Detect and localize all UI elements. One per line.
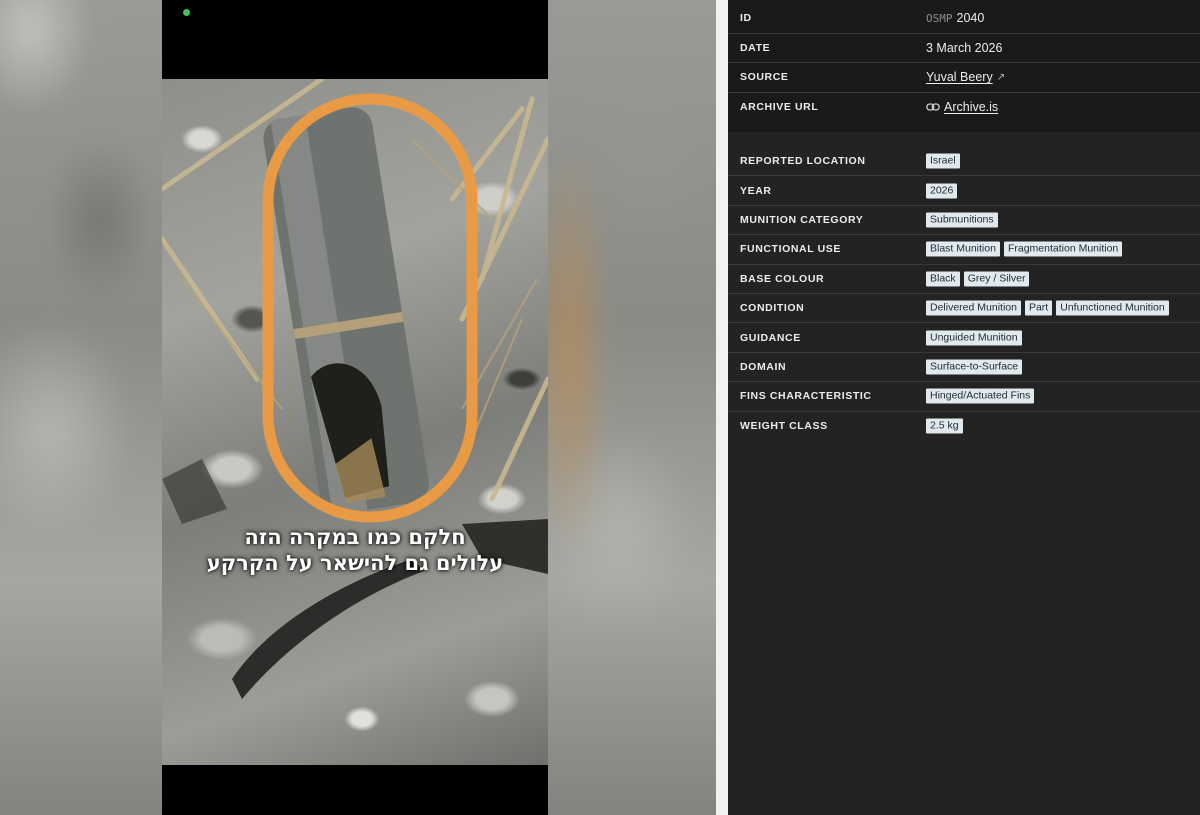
tag[interactable]: Delivered Munition <box>926 300 1021 316</box>
detail-row-domain: DOMAIN Surface-to-Surface <box>728 353 1200 383</box>
detail-label: DOMAIN <box>740 360 787 373</box>
detail-row-base-colour: BASE COLOUR Black Grey / Silver <box>728 265 1200 294</box>
date-label: DATE <box>740 41 771 54</box>
tag[interactable]: Black <box>926 271 960 287</box>
tag[interactable]: Unguided Munition <box>926 330 1022 346</box>
archive-url-label: ARCHIVE URL <box>740 101 819 114</box>
tag[interactable]: Israel <box>926 153 960 169</box>
record-header: ID OSMP 2040 DATE 3 March 2026 SOURCE Yu… <box>728 0 1200 132</box>
metadata-panel: ID OSMP 2040 DATE 3 March 2026 SOURCE Yu… <box>728 0 1200 815</box>
detail-row-condition: CONDITION Delivered Munition Part Unfunc… <box>728 294 1200 324</box>
date-row: DATE 3 March 2026 <box>728 34 1200 63</box>
tag-list: Unguided Munition <box>926 330 1022 346</box>
tag[interactable]: Blast Munition <box>926 241 1000 257</box>
id-row: ID OSMP 2040 <box>728 4 1200 34</box>
tag[interactable]: Submunitions <box>926 212 998 228</box>
source-row: SOURCE Yuval Beery ↗ <box>728 63 1200 93</box>
detail-row-guidance: GUIDANCE Unguided Munition <box>728 323 1200 353</box>
tag[interactable]: Grey / Silver <box>963 271 1030 287</box>
detail-label: FINS CHARACTERISTIC <box>740 390 872 403</box>
archive-link[interactable]: Archive.is <box>944 100 998 114</box>
id-value: OSMP 2040 <box>926 11 984 25</box>
status-dot-icon <box>183 9 190 16</box>
tag[interactable]: Part <box>1024 300 1053 316</box>
caption-line-2: עלולים גם להישאר על הקרקע <box>206 551 504 575</box>
detail-row-fins-characteristic: FINS CHARACTERISTIC Hinged/Actuated Fins <box>728 382 1200 412</box>
tag-list: 2.5 kg <box>926 418 963 434</box>
detail-row-year: YEAR 2026 <box>728 176 1200 206</box>
detail-label: GUIDANCE <box>740 331 801 344</box>
tag-list: Israel <box>926 153 960 169</box>
video-frame[interactable]: חלקם כמו במקרה הזה עלולים גם להישאר על ה… <box>162 0 548 815</box>
detail-label: WEIGHT CLASS <box>740 420 828 433</box>
detail-label: FUNCTIONAL USE <box>740 243 841 256</box>
external-link-icon[interactable]: ↗ <box>997 72 1005 83</box>
tag-list: Black Grey / Silver <box>926 271 1030 287</box>
detail-label: BASE COLOUR <box>740 272 825 285</box>
evidence-photo <box>162 79 548 765</box>
tag-list: Hinged/Actuated Fins <box>926 388 1035 404</box>
archive-url-value: Archive.is <box>926 100 998 114</box>
detail-row-weight-class: WEIGHT CLASS 2.5 kg <box>728 412 1200 441</box>
tag-list: Blast Munition Fragmentation Munition <box>926 241 1123 257</box>
source-label: SOURCE <box>740 71 789 84</box>
tag-list: Delivered Munition Part Unfunctioned Mun… <box>926 300 1169 316</box>
caption-line-1: חלקם כמו במקרה הזה <box>244 525 466 549</box>
detail-row-functional-use: FUNCTIONAL USE Blast Munition Fragmentat… <box>728 235 1200 265</box>
tag[interactable]: Fragmentation Munition <box>1003 241 1123 257</box>
tag-list: Submunitions <box>926 212 998 228</box>
tag-list: 2026 <box>926 183 958 199</box>
link-icon[interactable] <box>926 102 940 112</box>
id-label: ID <box>740 12 752 25</box>
record-details: REPORTED LOCATION Israel YEAR 2026 MUNIT… <box>728 132 1200 441</box>
detail-row-reported-location: REPORTED LOCATION Israel <box>728 147 1200 177</box>
id-number: 2040 <box>956 11 985 26</box>
photo-illustration <box>162 79 548 699</box>
detail-label: YEAR <box>740 184 772 197</box>
tag[interactable]: 2.5 kg <box>926 418 963 434</box>
detail-label: REPORTED LOCATION <box>740 155 866 168</box>
media-viewer[interactable]: חלקם כמו במקרה הזה עלולים גם להישאר על ה… <box>0 0 716 815</box>
tag[interactable]: 2026 <box>926 183 958 199</box>
date-value: 3 March 2026 <box>926 40 1003 55</box>
tag[interactable]: Unfunctioned Munition <box>1056 300 1169 316</box>
tag[interactable]: Hinged/Actuated Fins <box>926 388 1035 404</box>
tag-list: Surface-to-Surface <box>926 359 1023 375</box>
source-link[interactable]: Yuval Beery <box>926 70 993 84</box>
tag[interactable]: Surface-to-Surface <box>926 359 1023 375</box>
detail-label: MUNITION CATEGORY <box>740 213 864 226</box>
archive-url-row: ARCHIVE URL Archive.is <box>728 93 1200 123</box>
source-value: Yuval Beery ↗ <box>926 70 1005 84</box>
id-prefix: OSMP <box>926 11 953 25</box>
detail-row-munition-category: MUNITION CATEGORY Submunitions <box>728 206 1200 236</box>
detail-label: CONDITION <box>740 302 805 315</box>
